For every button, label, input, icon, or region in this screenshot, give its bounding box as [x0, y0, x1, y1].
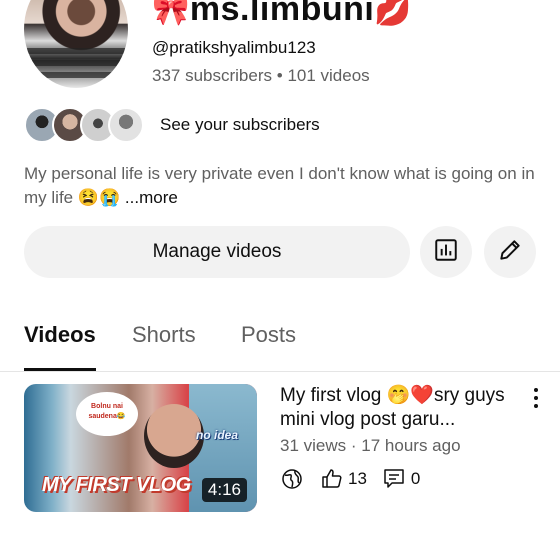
thumbnail-person	[144, 404, 204, 468]
like-stat: 13	[320, 467, 367, 491]
video-meta: 31 views · 17 hours ago	[280, 436, 461, 456]
thumbnail-title-text: MY FIRST VLOG	[42, 474, 191, 496]
channel-tabs: Videos Shorts Posts	[0, 322, 560, 372]
kebab-dot	[534, 404, 538, 408]
subscriber-avatars	[24, 107, 144, 143]
kebab-dot	[534, 396, 538, 400]
thumbnail-speech-bubble: Bolnu nai saudena😂	[76, 392, 138, 436]
subscriber-count: 337 subscribers	[152, 66, 273, 85]
globe-icon	[280, 467, 304, 491]
lips-emoji: 💋	[374, 0, 413, 27]
more-link[interactable]: ...more	[120, 188, 178, 207]
more-options-icon[interactable]	[526, 386, 546, 410]
kebab-dot	[534, 388, 538, 392]
channel-name: 🎀ms.limbuni💋	[152, 0, 412, 29]
see-subscribers-row[interactable]: See your subscribers	[24, 107, 320, 143]
meta-separator: ·	[350, 436, 357, 455]
tab-videos[interactable]: Videos	[24, 322, 96, 348]
bow-emoji: 🎀	[152, 0, 190, 27]
channel-avatar[interactable]	[24, 0, 128, 88]
video-duration: 4:16	[201, 478, 247, 502]
analytics-button[interactable]	[420, 226, 472, 278]
stats-separator: •	[276, 66, 283, 85]
video-title[interactable]: My first vlog 🤭❤️sry guys mini vlog post…	[280, 384, 520, 432]
channel-stats: 337 subscribers • 101 videos	[152, 66, 370, 86]
pencil-icon	[497, 237, 523, 268]
thumbnail-tag-text: no idea	[196, 428, 239, 442]
subscriber-avatar	[108, 107, 144, 143]
edit-channel-button[interactable]	[484, 226, 536, 278]
comment-icon	[383, 467, 405, 491]
description-text: My personal life is very private even I …	[24, 164, 535, 207]
upload-age: 17 hours ago	[361, 436, 461, 455]
video-stats: 13 0	[280, 466, 420, 492]
tabs-divider	[0, 371, 560, 372]
channel-handle: @pratikshyalimbu123	[152, 38, 316, 57]
like-count: 13	[348, 469, 367, 488]
tab-posts[interactable]: Posts	[241, 322, 296, 348]
comment-count: 0	[410, 469, 421, 488]
bar-chart-icon	[433, 237, 459, 268]
view-count: 31 views	[280, 436, 347, 455]
comment-stat: 0	[383, 467, 420, 491]
tab-shorts[interactable]: Shorts	[132, 322, 196, 348]
thumbs-up-icon	[320, 467, 344, 491]
channel-name-text: ms.limbuni	[189, 0, 375, 28]
channel-description[interactable]: My personal life is very private even I …	[24, 162, 536, 210]
manage-videos-button[interactable]: Manage videos	[24, 226, 410, 278]
video-thumbnail[interactable]: Bolnu nai saudena😂 no idea MY FIRST VLOG…	[24, 384, 257, 512]
video-count: 101 videos	[287, 66, 370, 85]
see-subscribers-link[interactable]: See your subscribers	[160, 115, 320, 135]
